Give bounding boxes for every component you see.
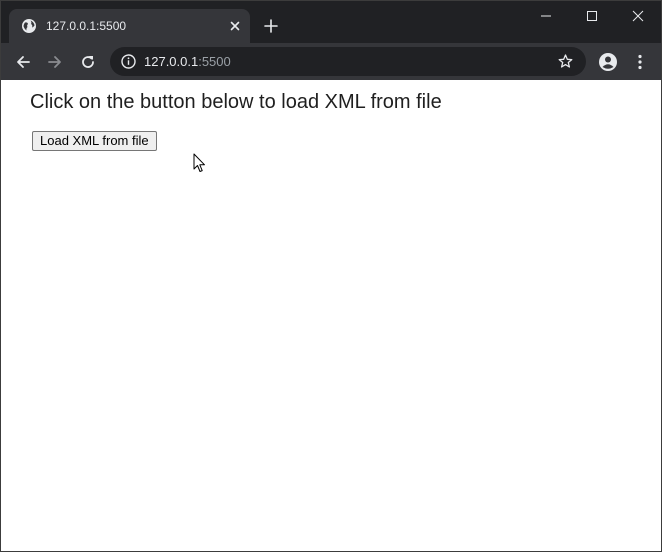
more-vertical-icon[interactable] (630, 52, 650, 72)
url-text[interactable]: 127.0.0.1:5500 (144, 54, 231, 70)
page-heading: Click on the button below to load XML fr… (30, 91, 442, 113)
tab-active[interactable]: 127.0.0.1:5500 (9, 9, 250, 43)
maximize-icon[interactable] (569, 1, 615, 31)
load-xml-button[interactable]: Load XML from file (32, 131, 157, 151)
browser-window: 127.0.0.1:5500 127.0.0.1:5500 Click on t… (0, 0, 662, 552)
mouse-cursor-icon (193, 153, 205, 172)
globe-icon (22, 19, 36, 33)
window-close-icon[interactable] (615, 1, 661, 31)
back-arrow-icon[interactable] (13, 52, 33, 72)
account-icon[interactable] (598, 52, 618, 72)
tab-strip: 127.0.0.1:5500 (1, 1, 661, 43)
url-port: :5500 (198, 54, 231, 69)
plus-icon[interactable] (261, 16, 281, 36)
tab-title: 127.0.0.1:5500 (46, 19, 127, 33)
page-content: Click on the button below to load XML fr… (1, 80, 661, 551)
address-bar[interactable]: 127.0.0.1:5500 (110, 47, 586, 76)
star-icon[interactable] (557, 53, 574, 70)
forward-arrow-icon[interactable] (45, 52, 65, 72)
url-host: 127.0.0.1 (144, 54, 199, 69)
reload-icon[interactable] (78, 52, 98, 72)
browser-toolbar: 127.0.0.1:5500 (1, 43, 661, 80)
close-icon[interactable] (227, 18, 243, 34)
minimize-icon[interactable] (523, 1, 569, 31)
info-icon[interactable] (120, 53, 137, 70)
